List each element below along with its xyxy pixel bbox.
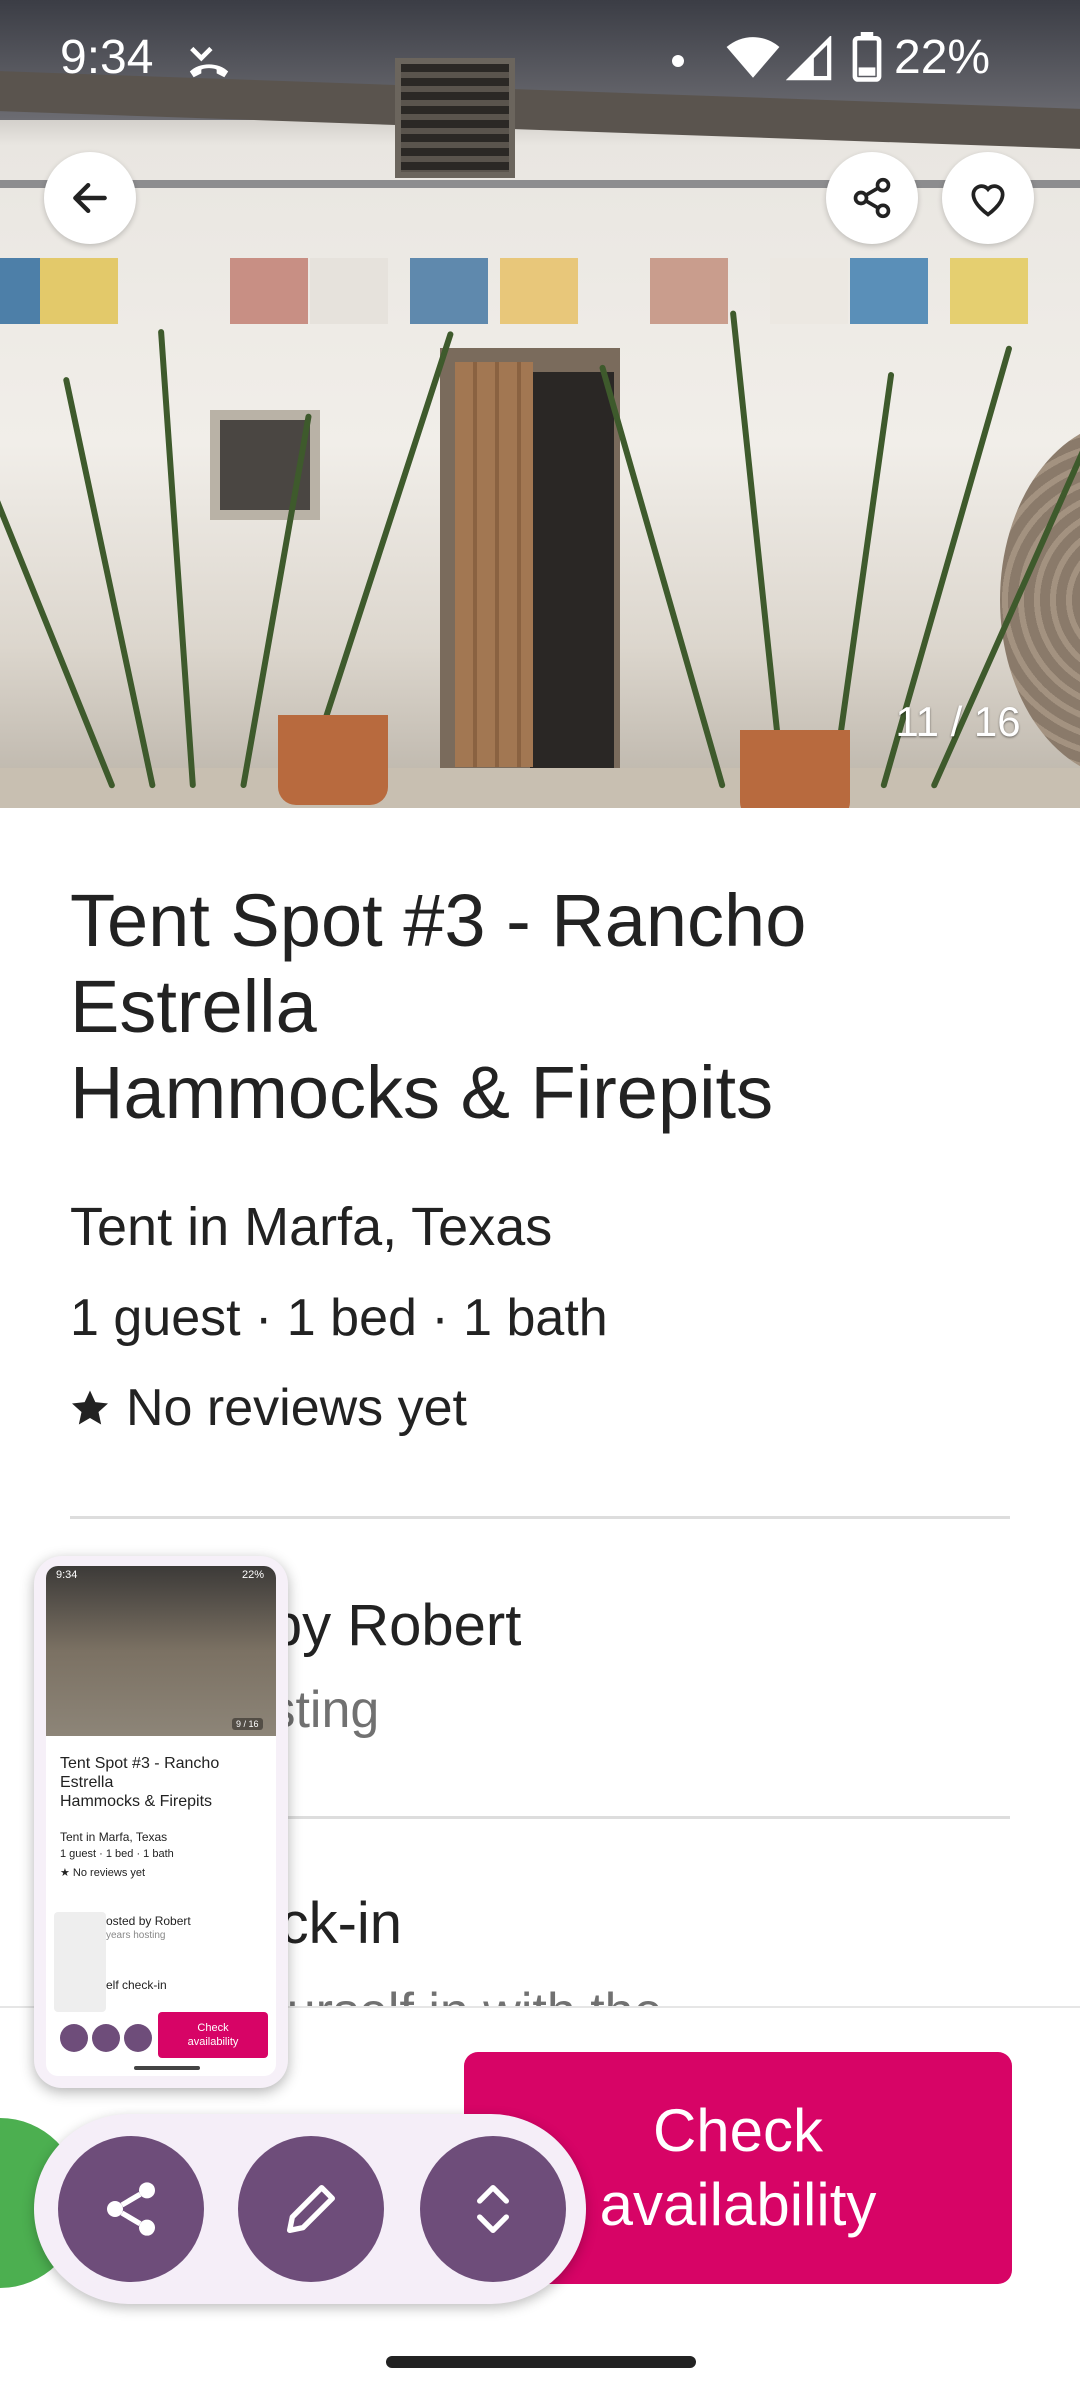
pencil-icon xyxy=(287,2185,335,2233)
listing-title: Tent Spot #3 - Rancho Estrella Hammocks … xyxy=(70,878,1030,1136)
thumbnail-content: 9:34 22% 9 / 16 Tent Spot #3 - Rancho Es… xyxy=(46,1566,276,2076)
thumbnail-details: 1 guest · 1 bed · 1 bath xyxy=(60,1848,174,1860)
thumbnail-host-sub: years hosting xyxy=(106,1930,166,1941)
screenshot-share-button[interactable] xyxy=(58,2136,204,2282)
photo-ground xyxy=(0,768,1080,808)
thumbnail-host: osted by Robert xyxy=(106,1914,191,1928)
notification-dot-icon xyxy=(672,55,684,67)
battery-icon xyxy=(852,32,882,82)
thumbnail-cta: Check availability xyxy=(158,2012,268,2058)
listing-title-line: Hammocks & Firepits xyxy=(70,1051,774,1134)
thumbnail-nested-preview xyxy=(54,1912,106,2012)
thumbnail-battery: 22% xyxy=(242,1569,265,1581)
photo-cactus xyxy=(729,310,786,789)
prayer-flag xyxy=(950,258,1028,324)
photo-cactus xyxy=(0,453,116,790)
home-indicator[interactable] xyxy=(386,2356,696,2368)
prayer-flag xyxy=(650,258,728,324)
star-icon xyxy=(72,1390,108,1425)
listing-photo[interactable] xyxy=(0,0,1080,808)
listing-type-location: Tent in Marfa, Texas xyxy=(70,1197,553,1257)
listing-title-line: Estrella xyxy=(70,965,317,1048)
prayer-flag xyxy=(40,258,118,324)
thumbnail-expand-dot xyxy=(124,2024,152,2052)
listing-capacity: 1 guest · 1 bed · 1 bath xyxy=(70,1289,608,1347)
photo-pot xyxy=(740,730,850,808)
share-button[interactable] xyxy=(826,152,918,244)
thumbnail-title-line: Estrella xyxy=(60,1774,114,1791)
thumbnail-share-dot xyxy=(60,2024,88,2052)
thumbnail-status-bar: 9:34 22% xyxy=(46,1566,276,1584)
thumbnail-edit-dot xyxy=(92,2024,120,2052)
share-icon xyxy=(853,177,891,219)
thumbnail-counter: 9 / 16 xyxy=(232,1718,263,1730)
prayer-flag xyxy=(230,258,308,324)
photo-doorway xyxy=(530,372,614,772)
photo-counter: 11 / 16 xyxy=(895,698,1021,745)
heart-icon xyxy=(971,184,1005,217)
thumbnail-photo: 9:34 22% 9 / 16 xyxy=(46,1566,276,1736)
thumbnail-time: 9:34 xyxy=(56,1569,78,1581)
missed-call-icon xyxy=(189,46,229,78)
thumbnail-checkin: elf check-in xyxy=(106,1978,167,1992)
screenshot-expand-button[interactable] xyxy=(420,2136,566,2282)
back-button[interactable] xyxy=(44,152,136,244)
arrow-left-icon xyxy=(73,182,107,214)
thumbnail-home-indicator xyxy=(134,2066,200,2070)
battery-percent: 22% xyxy=(894,31,991,84)
thumbnail-title: Tent Spot #3 - Rancho Estrella Hammocks … xyxy=(60,1754,260,1811)
listing-title-line: Tent Spot #3 - Rancho xyxy=(70,879,807,962)
share-icon xyxy=(107,2182,155,2236)
reviews-text: No reviews yet xyxy=(126,1379,467,1437)
save-favorite-button[interactable] xyxy=(942,152,1034,244)
photo-pot xyxy=(278,715,388,805)
thumbnail-cta-line: Check xyxy=(197,2022,229,2034)
status-time: 9:34 xyxy=(60,31,154,84)
expand-vertical-icon xyxy=(477,2185,509,2233)
section-divider xyxy=(70,1516,1010,1519)
photo-cactus xyxy=(62,376,156,789)
thumbnail-subtitle: Tent in Marfa, Texas xyxy=(60,1830,168,1844)
wifi-icon xyxy=(726,37,780,78)
photo-cactus xyxy=(157,328,196,789)
photo-door xyxy=(455,362,533,767)
thumbnail-title-line: Tent Spot #3 - Rancho xyxy=(60,1755,220,1772)
reviews-summary[interactable]: No reviews yet xyxy=(70,1378,467,1438)
thumbnail-cta-line: availability xyxy=(187,2036,239,2048)
prayer-flag xyxy=(500,258,578,324)
cellular-signal-icon xyxy=(786,36,832,81)
prayer-flag xyxy=(310,258,388,324)
screenshot-thumbnail[interactable]: 9:34 22% 9 / 16 Tent Spot #3 - Rancho Es… xyxy=(34,1556,288,2088)
prayer-flag xyxy=(770,258,848,324)
prayer-flag xyxy=(410,258,488,324)
thumbnail-title-line: Hammocks & Firepits xyxy=(60,1793,213,1810)
screenshot-edit-button[interactable] xyxy=(238,2136,384,2282)
thumbnail-reviews: ★ No reviews yet xyxy=(60,1867,146,1879)
photo-wire xyxy=(0,180,1080,188)
prayer-flag xyxy=(850,258,928,324)
status-bar: 9:34 22% xyxy=(0,0,1080,118)
